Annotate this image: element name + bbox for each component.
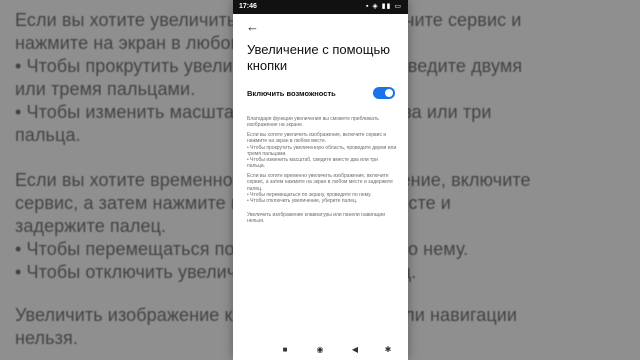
recents-square-icon[interactable]: ■ xyxy=(278,344,292,356)
bg-line: задержите палец. xyxy=(15,216,167,236)
back-arrow-icon[interactable]: ← xyxy=(246,19,262,35)
status-icons: ▪ ◈ ▮▮ ▭ xyxy=(365,3,402,10)
back-triangle-icon[interactable]: ◀ xyxy=(348,344,362,356)
description-temporary: Если вы хотите временно увеличить изобра… xyxy=(247,173,393,205)
phone-screen: 17:46 ▪ ◈ ▮▮ ▭ ← Увеличение с помощью кн… xyxy=(233,0,408,360)
navigation-bar: ■ ◉ ◀ ✱ xyxy=(233,340,408,360)
home-icon[interactable]: ◉ xyxy=(313,344,327,356)
description-zoom: Если вы хотите увеличить изображение, вк… xyxy=(247,132,397,170)
bg-line: пальца. xyxy=(15,125,81,145)
toggle-knob xyxy=(385,89,393,97)
status-bar: 17:46 ▪ ◈ ▮▮ ▭ xyxy=(233,0,408,14)
description-limitation: Увеличить изображение клавиатуры или пан… xyxy=(247,212,385,225)
status-time: 17:46 xyxy=(239,3,257,10)
bg-line: или тремя пальцами. xyxy=(15,79,196,99)
enable-feature-label: Включить возможность xyxy=(247,89,336,98)
page-title: Увеличение с помощью кнопки xyxy=(247,42,390,73)
accessibility-icon[interactable]: ✱ xyxy=(381,344,395,356)
enable-feature-row[interactable]: Включить возможность xyxy=(247,87,395,103)
enable-feature-toggle[interactable] xyxy=(373,87,395,99)
bg-line: нельзя. xyxy=(15,328,78,348)
description-intro: Благодаря функции увеличения вы сможете … xyxy=(247,116,379,129)
